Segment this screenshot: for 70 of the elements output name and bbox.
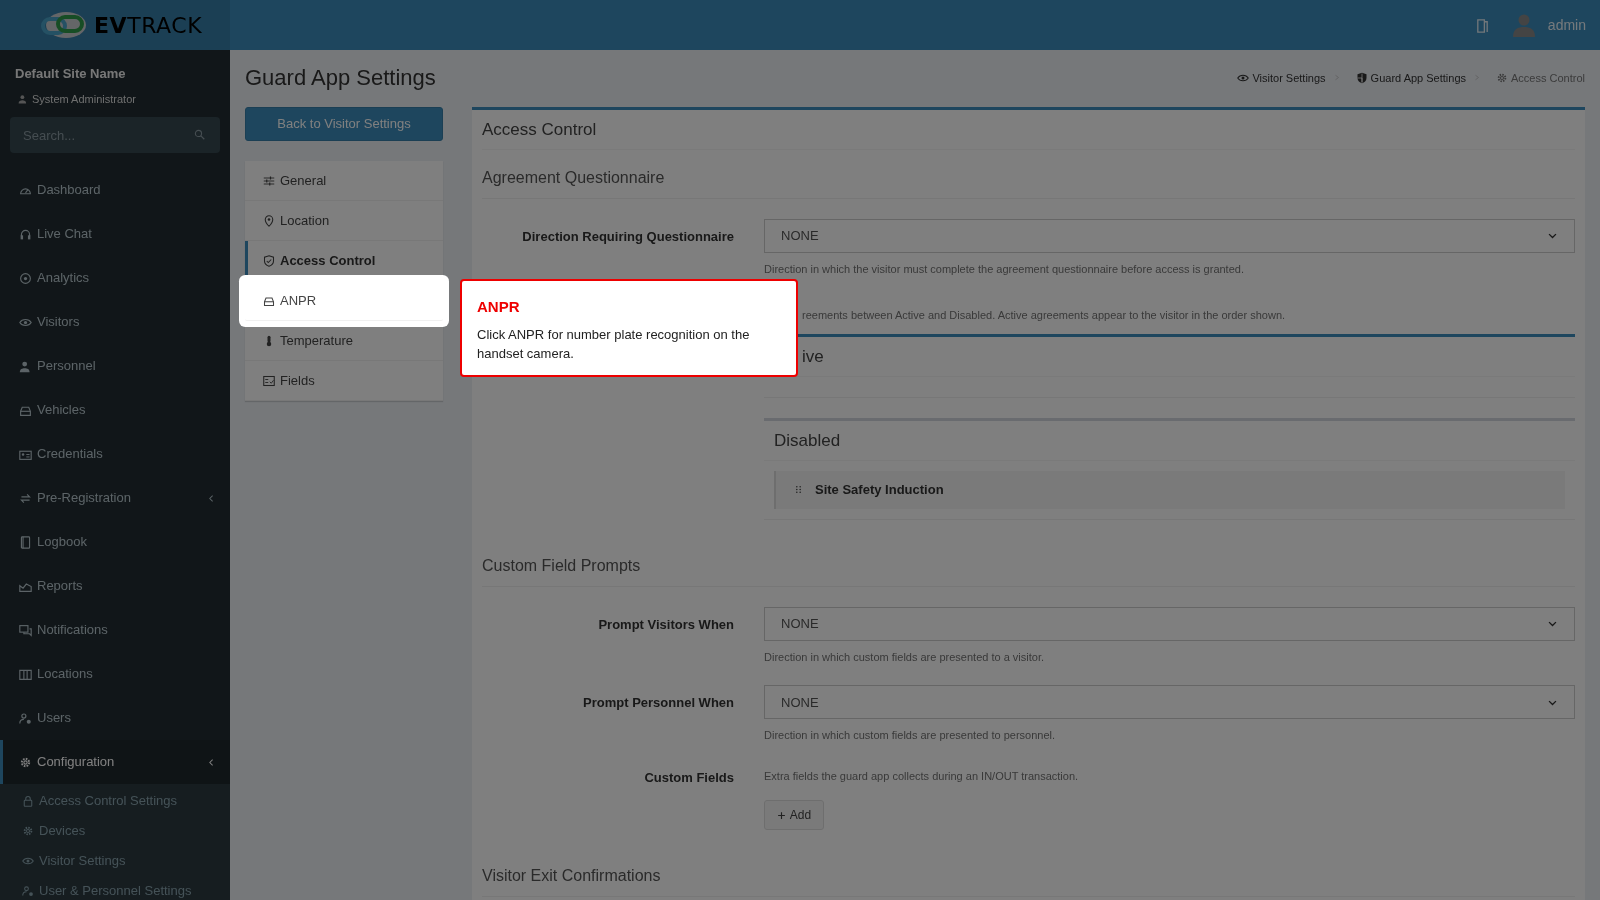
sidebar-item[interactable]: Dashboard — [0, 168, 230, 212]
book-icon — [19, 535, 32, 549]
chat-icon — [19, 623, 32, 637]
car-icon — [263, 294, 275, 307]
settings-icon — [22, 825, 34, 837]
person-icon — [19, 359, 32, 373]
user-role: System Administrator — [32, 91, 136, 107]
help-text: reements between Active and Disabled. Active agreements appear to the visitor in the order shown. — [801, 308, 1287, 324]
sidebar-item[interactable]: Notifications — [0, 608, 230, 652]
sidebar-item[interactable]: Analytics — [0, 256, 230, 300]
person-icon — [18, 93, 28, 104]
help-text: Direction in which custom fields are presented to a visitor. — [764, 649, 1046, 665]
page-title: Guard App Settings — [245, 64, 437, 92]
arrows-icon — [19, 491, 32, 505]
plus-icon — [776, 810, 786, 820]
help-text: Direction in which the visitor must complete the agreement questionnaire before access is granted. — [764, 261, 1245, 277]
map-icon — [19, 667, 32, 681]
field-label: Prompt Visitors When — [598, 615, 734, 634]
search-icon — [194, 129, 205, 140]
sidebar-item[interactable]: Logbook — [0, 520, 230, 564]
field-label: Custom Fields — [644, 768, 734, 787]
sidebar-item[interactable]: Visitors — [0, 300, 230, 344]
card-title: Access Control — [482, 109, 1575, 150]
tooltip-text: Click ANPR for number plate recognition on the handset camera. — [477, 325, 751, 363]
shield-icon — [1355, 71, 1368, 84]
target-icon — [19, 271, 32, 285]
headset-icon — [19, 227, 32, 241]
sidebar-item[interactable]: Personnel — [0, 344, 230, 388]
user-name[interactable]: admin — [1547, 14, 1586, 36]
settings-icon — [19, 755, 32, 769]
settings-tab[interactable]: General — [245, 161, 443, 201]
help-text: Direction in which custom fields are presented to personnel. — [764, 728, 1057, 744]
sidebar-item[interactable]: Users — [0, 696, 230, 740]
shield-icon — [263, 254, 275, 267]
section-heading: Agreement Questionnaire — [482, 149, 1575, 199]
form-icon — [263, 374, 275, 387]
field-label: Direction Requiring Questionnaire — [522, 227, 734, 246]
sidebar-item[interactable]: Credentials — [0, 432, 230, 476]
panel-title: Disabled — [764, 420, 1575, 461]
logo-text: EVTRACK — [94, 11, 203, 40]
settings-tab[interactable]: Location — [245, 201, 443, 241]
select-field[interactable]: NONE — [764, 685, 1575, 720]
add-button[interactable]: Add — [764, 800, 824, 831]
settings-tab[interactable]: Temperature — [245, 321, 443, 361]
back-button[interactable]: Back to Visitor Settings — [245, 107, 443, 141]
eye-icon — [22, 855, 34, 867]
select-field[interactable]: NONE — [764, 606, 1575, 641]
sidebar-item[interactable]: Pre-Registration — [0, 476, 230, 520]
section-heading: Custom Field Prompts — [482, 537, 1575, 587]
select-field[interactable]: NONE — [764, 218, 1575, 253]
breadcrumb-link[interactable]: Guard App Settings — [1355, 69, 1466, 87]
settings-tab[interactable]: Fields — [245, 361, 443, 401]
sidebar-item[interactable]: Live Chat — [0, 212, 230, 256]
help-text: Extra fields the guard app collects during an IN/OUT transaction. — [764, 768, 1080, 784]
settings-icon — [1496, 71, 1508, 84]
tooltip-title: ANPR — [477, 297, 521, 317]
agreement-item[interactable]: Site Safety Induction — [774, 470, 1565, 509]
lock-icon — [22, 795, 34, 807]
site-name: Default Site Name — [15, 65, 127, 83]
door-icon — [1474, 17, 1490, 33]
section-heading: Visitor Exit Confirmations — [482, 848, 1575, 898]
sidebar-item[interactable]: Locations — [0, 652, 230, 696]
avatar-icon[interactable] — [1511, 12, 1536, 38]
field-label: Prompt Personnel When — [583, 694, 734, 713]
sidebar-item[interactable]: Vehicles — [0, 388, 230, 432]
breadcrumb-link[interactable]: Visitor Settings — [1237, 69, 1326, 87]
sidebar-item[interactable]: Reports — [0, 564, 230, 608]
sliders-icon — [263, 174, 275, 187]
grip-icon — [794, 484, 803, 496]
pin-icon — [263, 214, 275, 227]
